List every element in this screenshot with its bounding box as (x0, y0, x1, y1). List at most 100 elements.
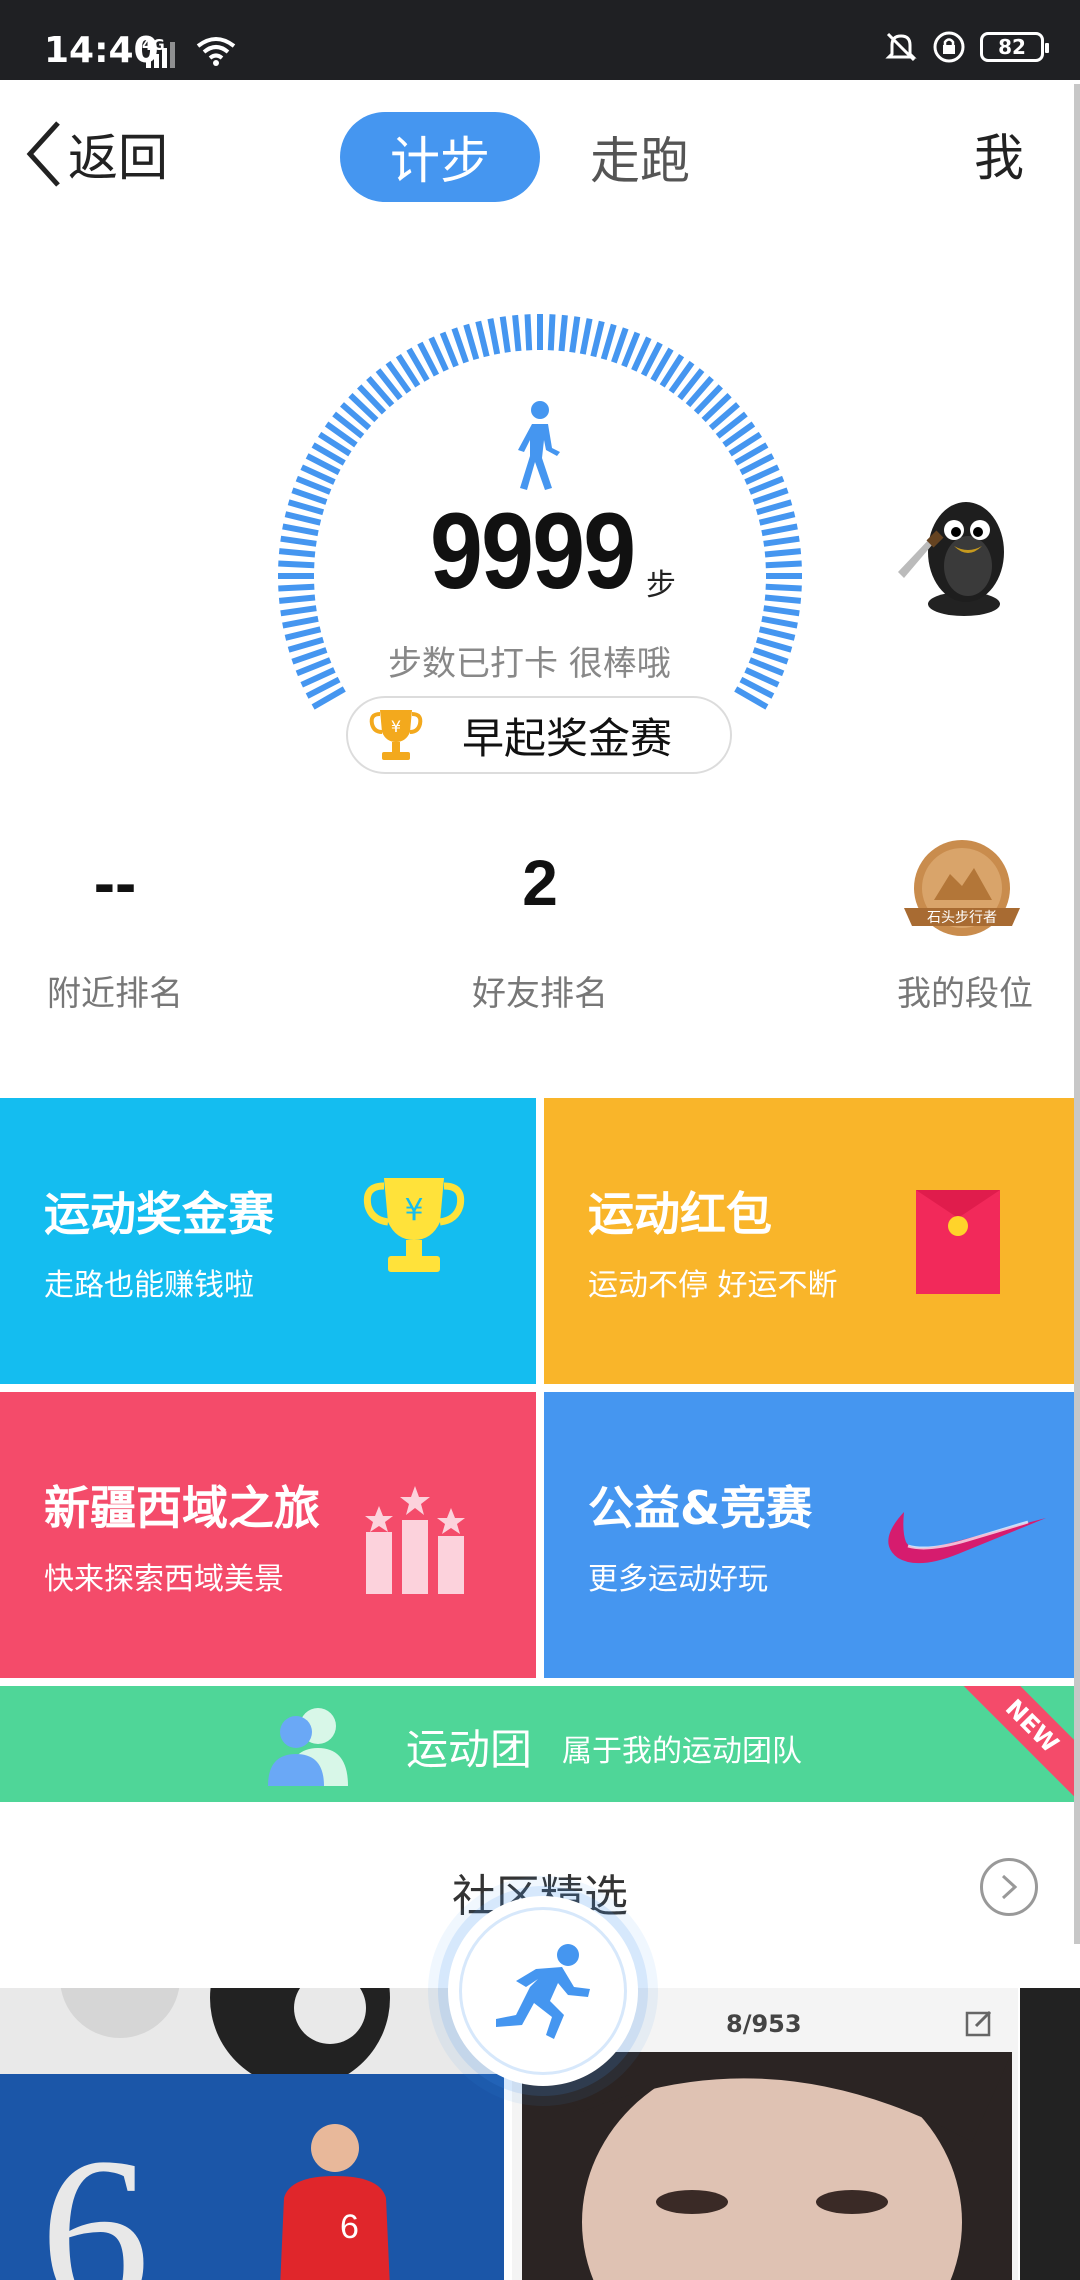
swoosh-icon (888, 1512, 1046, 1564)
status-bar: 14:40 4G 82 (0, 0, 1080, 80)
post-banner-image (0, 1988, 504, 2088)
signal-icon (146, 42, 180, 68)
gauge-tick (280, 535, 317, 547)
team-subtitle: 属于我的运动团队 (562, 1734, 802, 1769)
gauge-tick (761, 615, 798, 629)
community-more-button[interactable] (980, 1858, 1038, 1916)
friend-rank-value: 2 (522, 847, 558, 919)
red-envelope-icon (916, 1190, 1000, 1294)
gauge-tick (758, 626, 796, 641)
gauge-tick (611, 327, 629, 364)
app-screen: 14:40 4G 82 返回 计步 走跑 我 9999 步 步数已打卡 很棒哦 … (0, 0, 1080, 2280)
gauge-tick (278, 583, 315, 592)
gauge-tick (579, 318, 593, 355)
xinjiang-travel-card[interactable]: 新疆西域之旅 快来探索西域美景 (0, 1392, 536, 1678)
svg-text:¥: ¥ (404, 1193, 423, 1228)
badge-label: 石头步行者 (927, 910, 997, 926)
gauge-tick (487, 318, 501, 355)
edit-icon[interactable] (964, 2008, 994, 2038)
gauge-tick (765, 560, 802, 569)
gauge-tick (284, 626, 322, 641)
gauge-tick (499, 316, 511, 353)
back-label: 返回 (68, 129, 168, 187)
step-count: 9999 (430, 490, 636, 611)
runner-icon (496, 1944, 590, 2039)
rotation-lock-icon (933, 31, 965, 63)
wifi-icon (196, 37, 236, 66)
team-title: 运动团 (406, 1725, 533, 1774)
rank-badge-icon[interactable]: 石头步行者 (900, 838, 1024, 946)
my-tier-label[interactable]: 我的段位 (890, 966, 1040, 1015)
trophy-icon: ¥ (363, 1178, 465, 1272)
card-title: 新疆西域之旅 (44, 1481, 320, 1535)
nearby-rank-label[interactable]: 附近排名 (30, 966, 200, 1015)
card-title: 运动奖金赛 (44, 1187, 274, 1241)
card-subtitle: 运动不停 好运不断 (588, 1268, 838, 1303)
friend-rank-label[interactable]: 好友排名 (450, 966, 630, 1015)
gauge-tick (764, 594, 802, 604)
gauge-tick (280, 605, 317, 617)
gauge-tick (569, 316, 581, 353)
community-post-partial[interactable] (1020, 1988, 1080, 2280)
early-race-label: 早起奖金赛 (462, 713, 673, 763)
gauge-tick (287, 499, 325, 516)
card-subtitle: 走路也能赚钱啦 (44, 1268, 254, 1303)
scrollbar[interactable] (1074, 84, 1080, 1944)
gauge-tick (765, 583, 802, 592)
gauge-tick (524, 314, 533, 351)
gauge-tick (600, 323, 617, 361)
gauge-tick (463, 323, 480, 361)
gauge-tick (763, 535, 800, 547)
sports-team-banner[interactable]: 运动团 属于我的运动团队 NEW (0, 1686, 1080, 1802)
charity-competition-card[interactable]: 公益&竞赛 更多运动好玩 (544, 1392, 1080, 1678)
gauge-tick (278, 560, 315, 569)
gauge-tick (284, 511, 322, 526)
gauge-tick (761, 523, 798, 537)
gauge-tick (451, 327, 469, 364)
card-title: 公益&竞赛 (588, 1481, 813, 1535)
checkin-status: 步数已打卡 很棒哦 (388, 644, 671, 684)
gauge-tick (512, 314, 522, 352)
gauge-tick (287, 636, 325, 653)
gauge-tick (752, 487, 789, 505)
tab-step[interactable]: 计步 (340, 112, 540, 202)
gauge-tick (590, 320, 605, 358)
gauge-tick (764, 548, 802, 558)
football-image (60, 1988, 390, 2088)
bell-muted-icon (885, 32, 917, 62)
portrait-image (522, 2052, 1012, 2280)
trophy-icon: ¥ (369, 710, 423, 760)
team-people-icon (268, 1708, 348, 1786)
card-subtitle: 快来探索西域美景 (44, 1562, 284, 1597)
card-title: 运动红包 (588, 1187, 772, 1241)
gauge-tick (763, 605, 800, 617)
step-unit: 步 (646, 568, 676, 603)
tab-run[interactable]: 走跑 (560, 112, 720, 202)
gauge-tick (547, 314, 556, 351)
gauge-tick (752, 647, 789, 665)
jersey-number: 6 (40, 2112, 150, 2280)
gauge-tick (558, 314, 568, 352)
walking-person-icon (518, 401, 560, 490)
bonus-race-card[interactable]: 运动奖金赛 走路也能赚钱啦 ¥ (0, 1098, 536, 1384)
svg-text:¥: ¥ (391, 717, 401, 736)
chevron-left-icon (26, 121, 60, 187)
card-subtitle: 更多运动好玩 (588, 1562, 768, 1597)
start-run-button[interactable] (448, 1896, 638, 2086)
battery-indicator: 82 (980, 32, 1049, 62)
red-envelope-card[interactable]: 运动红包 运动不停 好运不断 (544, 1098, 1080, 1384)
back-button[interactable]: 返回 (24, 118, 168, 190)
chevron-right-icon (1001, 1874, 1018, 1900)
gauge-tick (282, 523, 319, 537)
svg-text:6: 6 (340, 2208, 359, 2246)
community-post-football[interactable]: 6 6 (0, 1988, 504, 2280)
gauge-tick (755, 499, 793, 516)
gauge-tick (282, 615, 319, 629)
nearby-rank-value: -- (93, 847, 137, 919)
gauge-tick (278, 548, 316, 558)
me-button[interactable]: 我 (974, 118, 1024, 190)
gauge-tick (291, 647, 328, 665)
early-race-button[interactable]: ¥ 早起奖金赛 (346, 696, 732, 774)
qq-penguin-mascot[interactable] (886, 480, 1026, 620)
new-ribbon: NEW (947, 1686, 1080, 1802)
